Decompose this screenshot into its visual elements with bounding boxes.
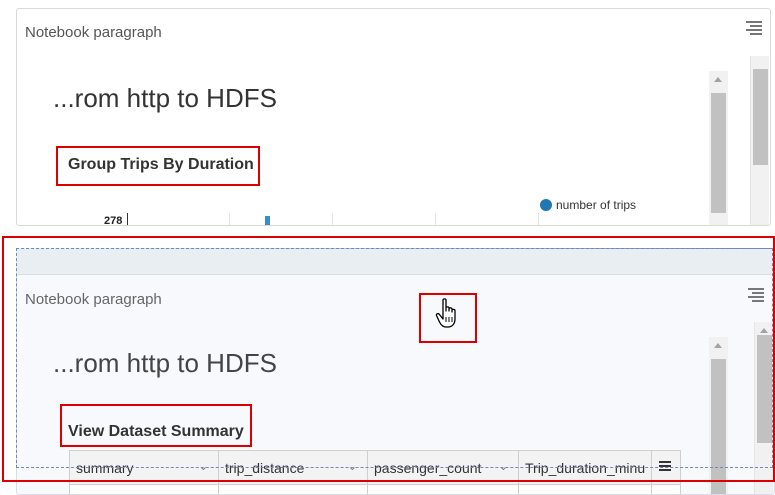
- scroll-thumb[interactable]: [757, 335, 772, 443]
- chevron-down-icon[interactable]: ⌄: [199, 460, 208, 473]
- chevron-down-icon[interactable]: ⌄: [499, 460, 508, 473]
- column-header-label: passenger_count: [374, 460, 482, 476]
- column-header-summary[interactable]: summary ⌄: [70, 451, 219, 484]
- inner-scrollbar[interactable]: [709, 71, 728, 225]
- table-cell: [368, 485, 519, 494]
- grid-line: [435, 213, 436, 225]
- section-title: View Dataset Summary: [68, 423, 244, 440]
- section-title: Group Trips By Duration: [68, 156, 254, 173]
- chart-bar[interactable]: [265, 216, 270, 225]
- scroll-up-arrow-icon[interactable]: [714, 77, 722, 82]
- paragraph-heading: ...rom http to HDFS: [53, 83, 277, 113]
- column-header-label: summary: [76, 460, 134, 476]
- chart-bar[interactable]: [249, 225, 253, 226]
- column-header-trip-distance[interactable]: trip_distance ⌄: [219, 451, 368, 484]
- inner-scrollbar[interactable]: [709, 337, 728, 494]
- table-cell: [70, 485, 219, 494]
- column-menu-icon[interactable]: [652, 451, 680, 484]
- outer-scrollbar[interactable]: [750, 56, 769, 225]
- paragraph-title: Notebook paragraph: [25, 291, 162, 308]
- outer-scrollbar[interactable]: [754, 322, 773, 494]
- column-header-label: Trip_duration_minu: [525, 460, 646, 476]
- column-header-passenger-count[interactable]: passenger_count ⌄: [368, 451, 519, 484]
- notebook-paragraph-2[interactable]: Notebook paragraph ...rom http to HDFS V…: [16, 274, 775, 495]
- column-header-trip-duration[interactable]: Trip_duration_minu: [519, 451, 652, 484]
- table-cell: [219, 485, 368, 494]
- hand-pointer-icon: [435, 298, 456, 328]
- paragraph-drop-zone[interactable]: [16, 248, 775, 274]
- column-header-label: trip_distance: [225, 460, 305, 476]
- scroll-thumb[interactable]: [711, 93, 726, 213]
- y-axis-line: [127, 213, 128, 225]
- table-cell: [519, 485, 652, 494]
- notebook-paragraph-1: Notebook paragraph ...rom http to HDFS G…: [16, 8, 771, 226]
- scroll-thumb[interactable]: [753, 69, 768, 165]
- chevron-down-icon[interactable]: ⌄: [348, 460, 357, 473]
- y-axis-max-label: 278: [104, 215, 123, 226]
- scroll-up-arrow-icon[interactable]: [760, 328, 768, 333]
- paragraph-heading: ...rom http to HDFS: [53, 348, 277, 378]
- table-header-row: summary ⌄ trip_distance ⌄ passenger_coun…: [69, 450, 681, 484]
- legend-label: number of trips: [556, 198, 637, 212]
- paragraph-title: Notebook paragraph: [25, 24, 162, 41]
- scroll-thumb[interactable]: [711, 359, 726, 494]
- legend-marker[interactable]: [540, 199, 552, 211]
- trips-by-duration-chart: number of trips 278: [97, 189, 697, 226]
- scroll-up-arrow-icon[interactable]: [714, 343, 722, 348]
- menu-lines-icon[interactable]: [748, 288, 764, 302]
- menu-lines-icon[interactable]: [746, 21, 762, 35]
- grid-line: [332, 213, 333, 225]
- grid-line: [229, 213, 230, 225]
- grid-line: [538, 213, 539, 225]
- table-row: [69, 484, 681, 494]
